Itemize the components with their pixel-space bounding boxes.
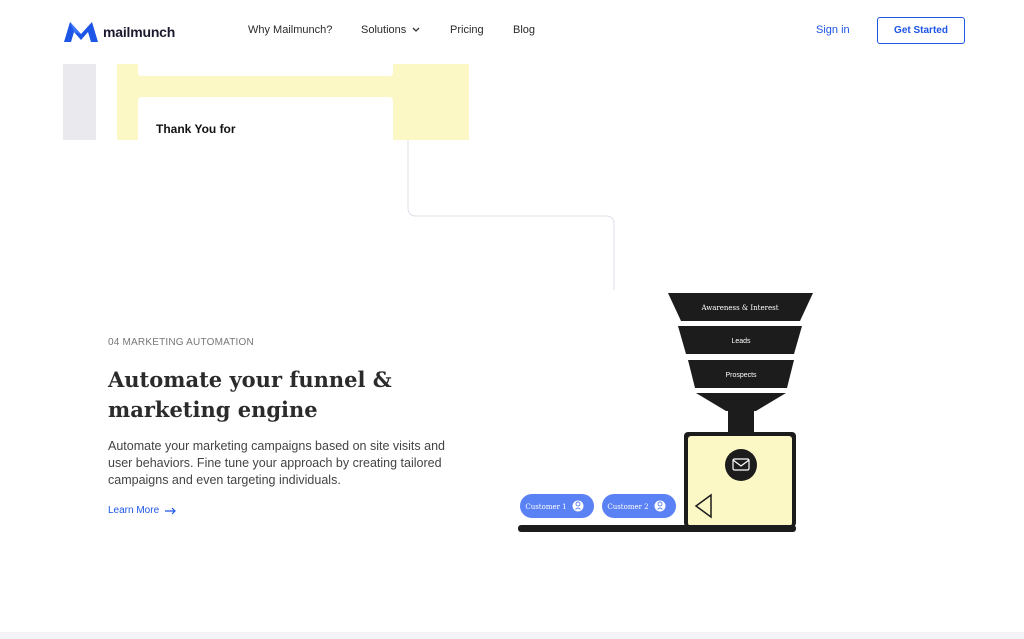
funnel-spout (728, 411, 754, 433)
funnel-illustration: Awareness & Interest Leads Prospects Cus… (518, 293, 813, 532)
customer-pill-2-label: Customer 2 (607, 503, 648, 511)
conveyor-belt (518, 525, 796, 532)
arrow-right-icon (165, 507, 176, 514)
funnel-stage-leads-label: Leads (731, 338, 751, 345)
funnel-stage-prospects-label: Prospects (725, 372, 757, 379)
funnel-neck (696, 393, 786, 411)
section-description: Automate your marketing campaigns based … (108, 439, 445, 487)
next-section-edge (0, 632, 1024, 639)
section-eyebrow: 04 MARKETING AUTOMATION (108, 337, 254, 348)
learn-more-label: Learn More (108, 505, 160, 516)
section-headline: Automate your funnel & marketing engine (108, 367, 392, 422)
learn-more-link[interactable]: Learn More (108, 505, 177, 516)
mail-icon-badge (725, 449, 757, 481)
funnel-stage-awareness-label: Awareness & Interest (700, 304, 778, 312)
customer-pill-1-label: Customer 1 (525, 503, 566, 511)
